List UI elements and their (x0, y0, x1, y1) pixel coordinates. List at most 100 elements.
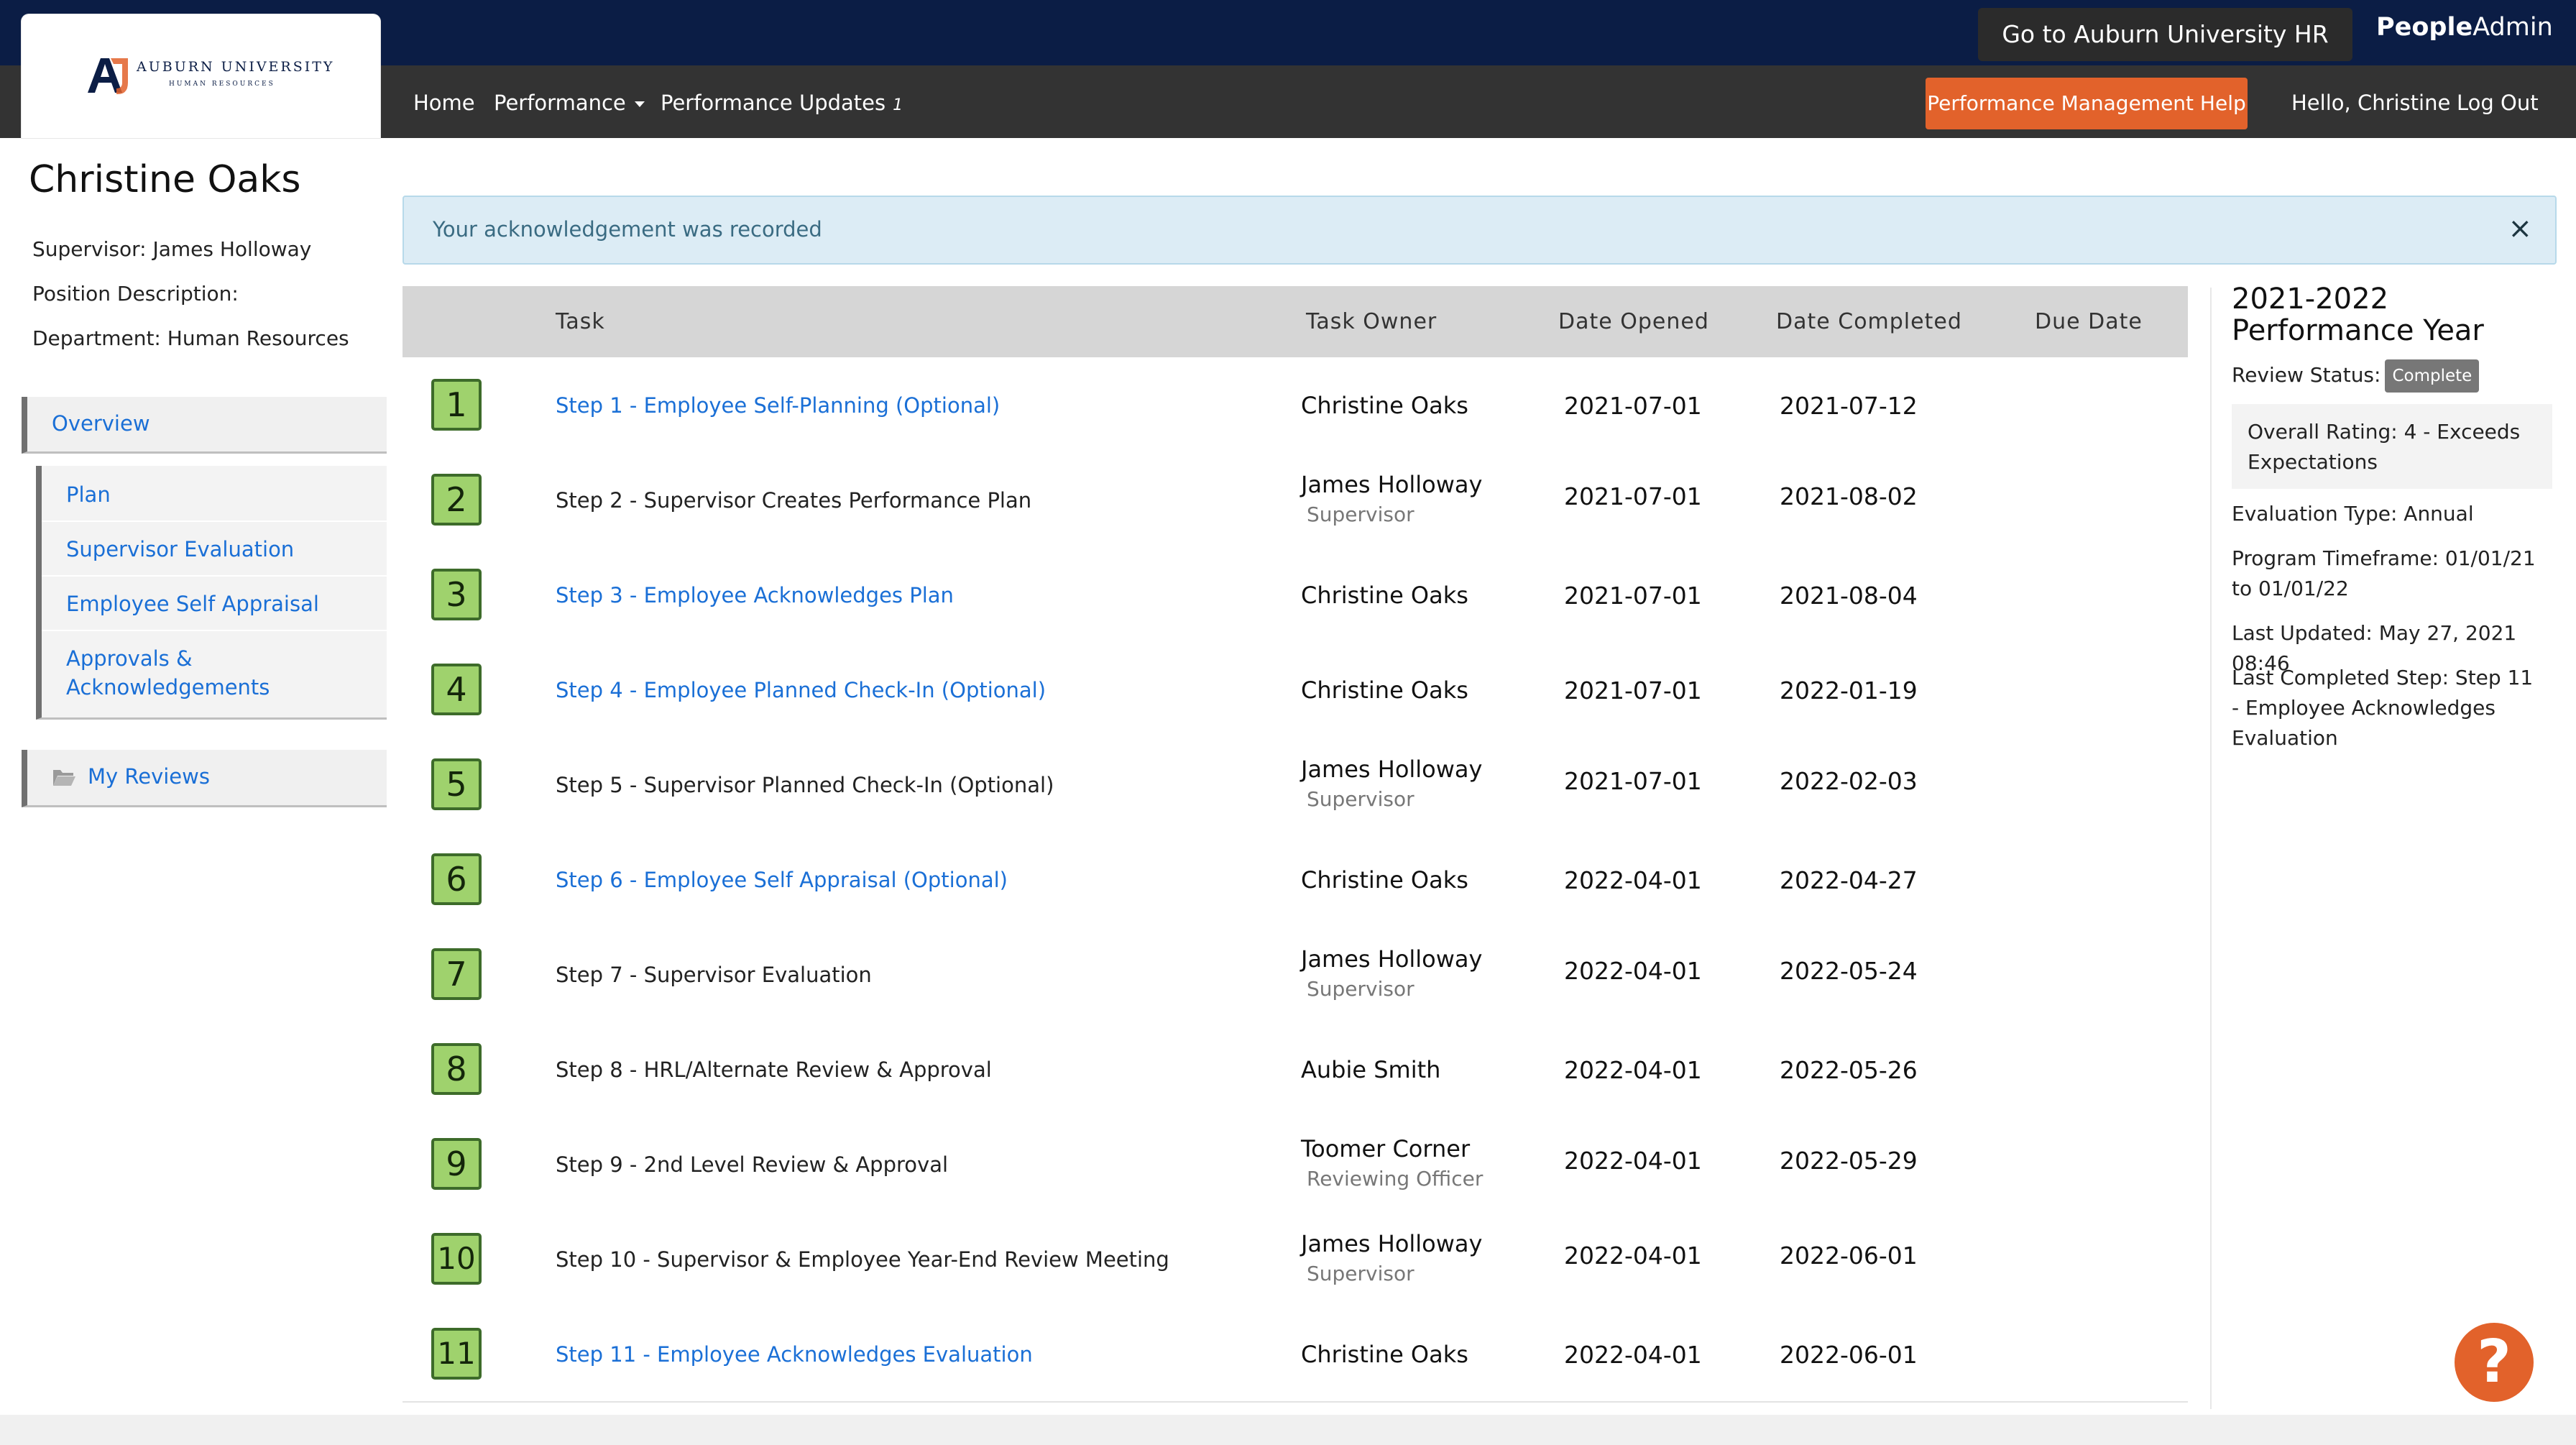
task-label: Step 10 - Supervisor & Employee Year-End… (556, 1247, 1169, 1272)
peopleadmin-brand: PeopleAdmin (2376, 13, 2553, 42)
alert-message: Your acknowledgement was recorded (433, 217, 822, 242)
folder-open-icon (53, 770, 75, 786)
step-number-badge: 5 (431, 758, 482, 810)
task-link[interactable]: Step 1 - Employee Self-Planning (Optiona… (556, 393, 1000, 418)
date-completed: 2022-02-03 (1780, 767, 1918, 795)
header-task-owner: Task Owner (1306, 309, 1438, 334)
task-label: Step 2 - Supervisor Creates Performance … (556, 488, 1032, 513)
sidebar-my-reviews[interactable]: My Reviews (22, 750, 387, 807)
task-link[interactable]: Step 6 - Employee Self Appraisal (Option… (556, 868, 1008, 892)
date-completed: 2021-07-12 (1780, 392, 1918, 420)
task-owner-role: Supervisor (1307, 1262, 1414, 1285)
date-opened: 2022-04-01 (1564, 1242, 1702, 1270)
table-row: 9 Step 9 - 2nd Level Review & Approval Too… (402, 1116, 2188, 1213)
sidebar-overview[interactable]: Overview (22, 397, 387, 454)
task-owner: Christine Oaks (1301, 866, 1468, 894)
sidebar-item-plan[interactable]: Plan (66, 480, 387, 509)
nav-home[interactable]: Home (413, 65, 475, 138)
date-opened: 2021-07-01 (1564, 392, 1702, 420)
table-row: 11 Step 11 - Employee Acknowledges Evalua… (402, 1306, 2188, 1403)
sidebar-item-supervisor-evaluation[interactable]: Supervisor Evaluation (66, 535, 387, 564)
supervisor-line: Supervisor: James Holloway (32, 237, 312, 261)
date-completed: 2022-05-24 (1780, 957, 1918, 985)
task-link[interactable]: Step 4 - Employee Planned Check-In (Opti… (556, 678, 1046, 702)
step-number-badge: 1 (431, 379, 482, 431)
task-label: Step 8 - HRL/Alternate Review & Approval (556, 1058, 992, 1082)
review-status: Review Status: Complete (2232, 359, 2555, 393)
footer-band (0, 1415, 2576, 1445)
auburn-au-logo-icon (88, 58, 128, 94)
task-owner: Christine Oaks (1301, 582, 1468, 609)
date-completed: 2022-06-01 (1780, 1242, 1918, 1270)
task-owner: James Holloway (1301, 945, 1483, 973)
task-link[interactable]: Step 3 - Employee Acknowledges Plan (556, 583, 954, 607)
task-owner-role: Reviewing Officer (1307, 1167, 1484, 1191)
nav-performance-dropdown[interactable]: Performance (494, 65, 645, 138)
task-owner-role: Supervisor (1307, 787, 1414, 811)
task-owner-role: Supervisor (1307, 977, 1414, 1001)
date-completed: 2021-08-02 (1780, 482, 1918, 510)
table-row: 6 Step 6 - Employee Self Appraisal (Optio… (402, 832, 2188, 928)
nav-performance-label: Performance (494, 91, 626, 115)
hr-site-button[interactable]: Go to Auburn University HR Site (1978, 8, 2352, 101)
step-number-badge: 6 (431, 853, 482, 905)
task-owner: James Holloway (1301, 1230, 1483, 1257)
step-number-badge: 2 (431, 474, 482, 526)
date-completed: 2022-05-26 (1780, 1056, 1918, 1084)
auburn-logo[interactable]: AUBURN UNIVERSITY HUMAN RESOURCES (22, 14, 380, 138)
performance-help-button[interactable]: Performance Management Help (1926, 78, 2248, 129)
date-opened: 2021-07-01 (1564, 767, 1702, 795)
date-completed: 2022-06-01 (1780, 1341, 1918, 1369)
evaluation-type: Evaluation Type: Annual (2232, 502, 2474, 526)
department-line: Department: Human Resources (32, 326, 349, 350)
help-question-icon[interactable]: ? (2455, 1323, 2534, 1402)
task-owner-role: Supervisor (1307, 503, 1414, 526)
date-opened: 2022-04-01 (1564, 866, 1702, 894)
date-opened: 2021-07-01 (1564, 482, 1702, 510)
last-completed-step: Last Completed Step: Step 11 - Employee … (2232, 666, 2534, 750)
header-due-date: Due Date (2035, 309, 2143, 334)
sidebar-my-reviews-label: My Reviews (88, 764, 210, 789)
overall-rating-box: Overall Rating: 4 - Exceeds Expectations (2232, 404, 2552, 489)
table-row: 3 Step 3 - Employee Acknowledges Plan Chri… (402, 547, 2188, 643)
employee-name: Christine Oaks (29, 158, 301, 201)
date-opened: 2022-04-01 (1564, 1147, 1702, 1175)
review-status-label: Review Status: (2232, 363, 2381, 387)
table-row: 4 Step 4 - Employee Planned Check-In (Opt… (402, 642, 2188, 738)
task-link[interactable]: Step 11 - Employee Acknowledges Evaluati… (556, 1342, 1033, 1367)
task-label: Step 9 - 2nd Level Review & Approval (556, 1152, 949, 1177)
sidebar-overview-label: Overview (52, 411, 150, 436)
nav-performance-updates[interactable]: Performance Updates 1 (661, 65, 903, 138)
date-completed: 2022-04-27 (1780, 866, 1918, 894)
table-row: 1 Step 1 - Employee Self-Planning (Option… (402, 357, 2188, 454)
sidebar-item-approvals[interactable]: Approvals & Acknowledgements (66, 644, 270, 702)
task-owner: James Holloway (1301, 756, 1483, 783)
acknowledgement-alert: Your acknowledgement was recorded × (402, 196, 2557, 265)
close-icon[interactable]: × (2508, 213, 2532, 244)
greeting: Hello, Christine (2291, 91, 2451, 115)
table-row: 10 Step 10 - Supervisor & Employee Year-E… (402, 1211, 2188, 1308)
task-owner: Christine Oaks (1301, 676, 1468, 704)
task-owner: Aubie Smith (1301, 1056, 1441, 1083)
table-row: 2 Step 2 - Supervisor Creates Performance… (402, 452, 2188, 549)
date-completed: 2021-08-04 (1780, 582, 1918, 610)
logout-link[interactable]: Log Out (2457, 65, 2539, 138)
sidebar-item-self-appraisal[interactable]: Employee Self Appraisal (66, 590, 387, 618)
subnav-divider (42, 630, 387, 631)
sidebar-subnav: Plan Supervisor Evaluation Employee Self… (36, 466, 387, 720)
performance-year-title: 2021-2022 Performance Year (2232, 283, 2484, 347)
nav-updates-label: Performance Updates (661, 91, 886, 115)
overall-rating: Overall Rating: 4 - Exceeds Expectations (2248, 420, 2521, 474)
step-number-badge: 8 (431, 1043, 482, 1095)
step-number-badge: 4 (431, 664, 482, 715)
summary-divider (2210, 288, 2212, 1409)
date-completed: 2022-05-29 (1780, 1147, 1918, 1175)
logo-subtitle: HUMAN RESOURCES (169, 81, 275, 88)
task-owner: Toomer Corner (1301, 1135, 1471, 1162)
subnav-divider (42, 575, 387, 577)
task-table-header: Task Task Owner Date Opened Date Complet… (402, 286, 2188, 357)
header-date-opened: Date Opened (1558, 309, 1709, 334)
header-date-completed: Date Completed (1776, 309, 1962, 334)
table-row: 7 Step 7 - Supervisor Evaluation James Hol… (402, 927, 2188, 1023)
date-opened: 2022-04-01 (1564, 1341, 1702, 1369)
